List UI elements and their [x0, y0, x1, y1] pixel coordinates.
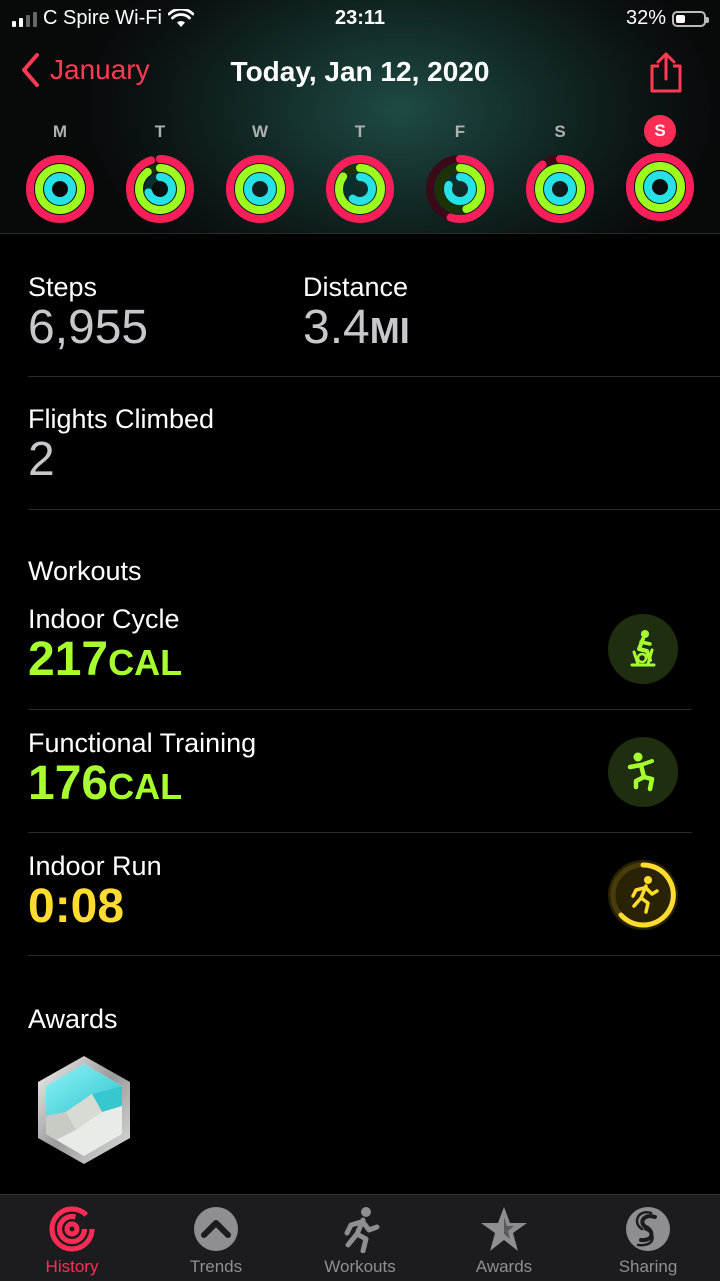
day-label: W: [251, 122, 269, 141]
workout-name: Indoor Cycle: [28, 604, 180, 634]
workout-name: Functional Training: [28, 728, 257, 758]
workout-unit: CAL: [108, 642, 183, 683]
tab-sharing[interactable]: Sharing: [576, 1195, 720, 1281]
divider: [28, 709, 692, 710]
day-label: S: [644, 115, 676, 147]
flights-label: Flights Climbed: [28, 404, 215, 434]
day-ring-5[interactable]: S: [524, 118, 596, 224]
workout-value: 0:08: [28, 880, 125, 933]
day-ring-6[interactable]: S: [624, 115, 696, 222]
tab-label: Awards: [475, 1257, 533, 1276]
day-ring-4[interactable]: F: [424, 118, 496, 224]
activity-rings-icon: [326, 155, 394, 223]
day-ring-0[interactable]: M: [24, 118, 96, 224]
week-rings-strip: MTWTFSS: [0, 115, 720, 228]
steps-label: Steps: [28, 272, 98, 302]
divider: [28, 832, 692, 833]
distance-value: 3.4: [303, 301, 370, 354]
activity-rings-icon: [426, 155, 494, 223]
distance-unit: MI: [369, 310, 410, 351]
divider: [28, 955, 720, 956]
tab-awards[interactable]: Awards: [432, 1195, 576, 1281]
history-icon: [49, 1206, 95, 1252]
day-ring-3[interactable]: T: [324, 118, 396, 224]
sharing-icon: [626, 1207, 670, 1251]
workouts-icon: [344, 1207, 380, 1253]
steps-metric: Steps 6,955: [28, 272, 148, 353]
tab-trends[interactable]: Trends: [144, 1195, 288, 1281]
workout-value: 176: [28, 757, 109, 810]
battery-percent: 32%: [625, 7, 666, 29]
navigation-bar: January Today, Jan 12, 2020: [0, 52, 720, 98]
day-label: F: [454, 122, 466, 141]
functional-training-icon: [608, 737, 678, 807]
tab-label: Trends: [189, 1257, 243, 1276]
activity-rings-icon: [126, 155, 194, 223]
tab-label: History: [45, 1257, 99, 1276]
indoor-run-icon: [608, 860, 678, 930]
workout-row-indoor-run[interactable]: Indoor Run 0:08: [28, 851, 692, 951]
workout-unit: CAL: [108, 766, 183, 807]
divider: [28, 376, 720, 377]
steps-value: 6,955: [28, 301, 149, 354]
indoor-cycle-icon: [608, 614, 678, 684]
tab-bar: History Trends Workouts Awards Sharing: [0, 1194, 720, 1281]
tab-label: Workouts: [324, 1257, 396, 1276]
header: C Spire Wi-Fi 23:11 32% January Today, J…: [0, 0, 720, 234]
day-label: T: [154, 122, 166, 141]
tab-history[interactable]: History: [0, 1195, 144, 1281]
clock: 23:11: [334, 7, 386, 29]
workout-row-functional-training[interactable]: Functional Training 176CAL: [28, 728, 692, 828]
day-label: M: [52, 122, 68, 141]
trends-icon: [194, 1207, 238, 1251]
workouts-heading: Workouts: [28, 556, 142, 586]
day-label: S: [554, 122, 566, 141]
divider: [28, 509, 720, 510]
share-icon: [650, 52, 682, 93]
workout-row-indoor-cycle[interactable]: Indoor Cycle 217CAL: [28, 604, 692, 704]
distance-metric: Distance 3.4MI: [303, 272, 410, 356]
tab-workouts[interactable]: Workouts: [288, 1195, 432, 1281]
share-button[interactable]: [648, 52, 684, 99]
flights-value: 2: [28, 433, 55, 486]
award-badge[interactable]: [32, 1054, 136, 1171]
awards-heading: Awards: [28, 1004, 118, 1034]
activity-rings-icon: [526, 155, 594, 223]
flights-metric: Flights Climbed 2: [28, 404, 214, 485]
day-ring-1[interactable]: T: [124, 118, 196, 224]
activity-rings-icon: [226, 155, 294, 223]
day-label: T: [354, 122, 366, 141]
activity-rings-icon: [26, 155, 94, 223]
page-title: Today, Jan 12, 2020: [230, 56, 490, 87]
distance-label: Distance: [303, 272, 409, 302]
awards-icon: [481, 1207, 527, 1251]
activity-rings-icon: [626, 153, 694, 221]
workout-name: Indoor Run: [28, 851, 162, 881]
day-ring-2[interactable]: W: [224, 118, 296, 224]
workout-value: 217: [28, 633, 109, 686]
status-bar: C Spire Wi-Fi 23:11 32%: [0, 0, 720, 38]
tab-label: Sharing: [618, 1257, 678, 1276]
battery-icon: [672, 10, 709, 27]
